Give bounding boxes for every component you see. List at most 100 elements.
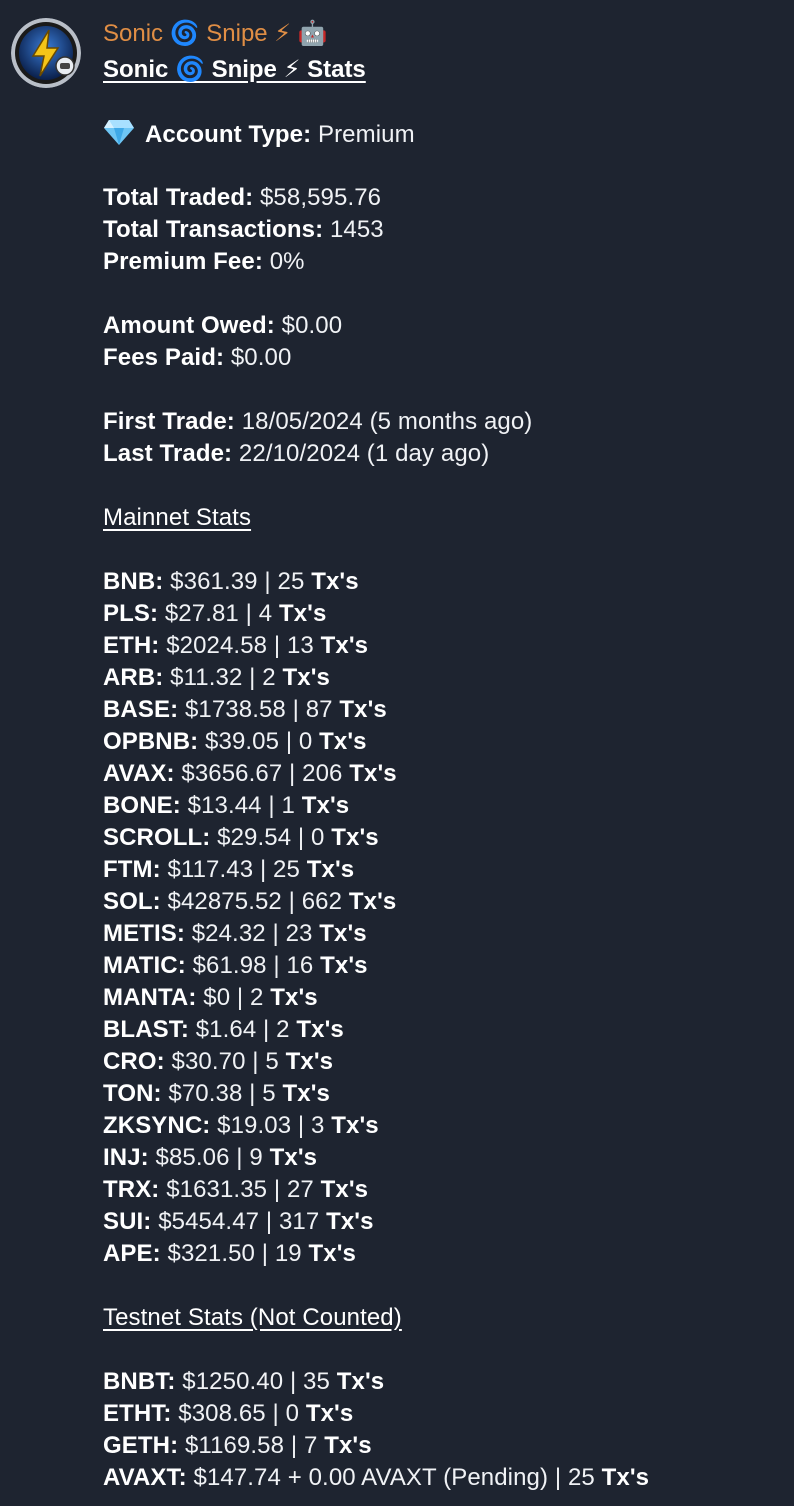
last-trade-line: Last Trade: 22/10/2024 (1 day ago) — [103, 438, 783, 470]
chain-stat-row: SOL: $42875.52 | 662 Tx's — [103, 886, 783, 918]
tx-label: Tx's — [320, 1176, 369, 1203]
chain-detail: $1169.58 | 7 — [184, 1432, 318, 1459]
tx-label: Tx's — [348, 888, 397, 915]
chain-stat-row: APE: $321.50 | 19 Tx's — [103, 1238, 783, 1270]
fees-paid-line: Fees Paid: $0.00 — [103, 342, 783, 374]
first-trade-value: 18/05/2024 (5 months ago) — [241, 408, 533, 435]
account-type-value: Premium — [317, 121, 415, 148]
chain-stat-row: BLAST: $1.64 | 2 Tx's — [103, 1014, 783, 1046]
chain-stat-row: SUI: $5454.47 | 317 Tx's — [103, 1206, 783, 1238]
chain-stat-row: SCROLL: $29.54 | 0 Tx's — [103, 822, 783, 854]
bot-avatar[interactable] — [11, 18, 81, 88]
chain-detail: $1.64 | 2 — [195, 1016, 290, 1043]
chain-detail: $5454.47 | 317 — [158, 1208, 320, 1235]
amount-owed-label: Amount Owed: — [103, 312, 275, 339]
chain-stat-row: METIS: $24.32 | 23 Tx's — [103, 918, 783, 950]
chain-stat-row: ETH: $2024.58 | 13 Tx's — [103, 630, 783, 662]
mainnet-stats-header: Mainnet Stats — [103, 504, 252, 531]
chain-stat-row: CRO: $30.70 | 5 Tx's — [103, 1046, 783, 1078]
chain-name: SCROLL: — [103, 824, 211, 851]
total-transactions-line: Total Transactions: 1453 — [103, 214, 783, 246]
total-transactions-value: 1453 — [329, 216, 384, 243]
chain-name: ZKSYNC: — [103, 1112, 211, 1139]
chain-detail: $27.81 | 4 — [164, 600, 273, 627]
premium-fee-label: Premium Fee: — [103, 248, 263, 275]
chain-name: INJ: — [103, 1144, 149, 1171]
amount-owed-line: Amount Owed: $0.00 — [103, 310, 783, 342]
account-type-line: Account Type: Premium — [103, 118, 783, 150]
chain-name: ETH: — [103, 632, 160, 659]
chain-detail: $29.54 | 0 — [217, 824, 325, 851]
tx-label: Tx's — [601, 1464, 650, 1491]
chain-name: METIS: — [103, 920, 185, 947]
chain-detail: $361.39 | 25 — [170, 568, 305, 595]
chain-stat-row: TON: $70.38 | 5 Tx's — [103, 1078, 783, 1110]
chain-stat-row: OPBNB: $39.05 | 0 Tx's — [103, 726, 783, 758]
sender-name[interactable]: Sonic 🌀 Snipe ⚡ 🤖 — [103, 18, 328, 50]
chain-stat-row: FTM: $117.43 | 25 Tx's — [103, 854, 783, 886]
amount-owed-value: $0.00 — [281, 312, 343, 339]
chain-detail: $70.38 | 5 — [168, 1080, 276, 1107]
chain-detail: $308.65 | 0 — [178, 1400, 300, 1427]
chain-name: BNBT: — [103, 1368, 176, 1395]
chain-name: AVAX: — [103, 760, 175, 787]
lightning-bolt-icon — [11, 18, 81, 88]
tx-label: Tx's — [324, 1432, 372, 1459]
chain-detail: $85.06 | 9 — [155, 1144, 263, 1171]
chain-name: ETHT: — [103, 1400, 172, 1427]
chain-detail: $24.32 | 23 — [191, 920, 313, 947]
chain-detail: $1250.40 | 35 — [182, 1368, 330, 1395]
chain-stat-row: BNB: $361.39 | 25 Tx's — [103, 566, 783, 598]
chain-stat-row: BNBT: $1250.40 | 35 Tx's — [103, 1366, 783, 1398]
chain-name: SUI: — [103, 1208, 152, 1235]
chain-name: BASE: — [103, 696, 179, 723]
chain-name: GETH: — [103, 1432, 179, 1459]
tx-label: Tx's — [319, 728, 367, 755]
tx-label: Tx's — [311, 568, 359, 595]
total-traded-line: Total Traded: $58,595.76 — [103, 182, 783, 214]
tx-label: Tx's — [320, 952, 368, 979]
chain-stat-row: ZKSYNC: $19.03 | 3 Tx's — [103, 1110, 783, 1142]
chain-stat-row: AVAXT: $147.74 + 0.00 AVAXT (Pending) | … — [103, 1462, 783, 1494]
tx-label: Tx's — [269, 1144, 318, 1171]
account-type-label: Account Type: — [145, 121, 312, 148]
chain-name: APE: — [103, 1240, 161, 1267]
tx-label: Tx's — [336, 1368, 385, 1395]
chain-stat-row: INJ: $85.06 | 9 Tx's — [103, 1142, 783, 1174]
chain-name: SOL: — [103, 888, 161, 915]
tx-label: Tx's — [349, 760, 397, 787]
total-traded-label: Total Traded: — [103, 184, 254, 211]
premium-fee-value: 0% — [269, 248, 305, 275]
fees-paid-value: $0.00 — [230, 344, 292, 371]
first-trade-label: First Trade: — [103, 408, 235, 435]
chain-detail: $321.50 | 19 — [167, 1240, 302, 1267]
diamond-icon — [103, 118, 135, 155]
chain-detail: $0 | 2 — [203, 984, 264, 1011]
chain-detail: $61.98 | 16 — [192, 952, 314, 979]
chain-name: ARB: — [103, 664, 164, 691]
chain-detail: $42875.52 | 662 — [167, 888, 343, 915]
last-trade-label: Last Trade: — [103, 440, 233, 467]
chain-name: CRO: — [103, 1048, 165, 1075]
chain-detail: $1738.58 | 87 — [184, 696, 333, 723]
tx-label: Tx's — [326, 1208, 374, 1235]
tx-label: Tx's — [305, 1400, 354, 1427]
chain-name: FTM: — [103, 856, 161, 883]
tx-label: Tx's — [306, 856, 355, 883]
tx-label: Tx's — [278, 600, 327, 627]
chain-name: PLS: — [103, 600, 159, 627]
tx-label: Tx's — [308, 1240, 357, 1267]
chain-name: BNB: — [103, 568, 164, 595]
chain-stat-row: MATIC: $61.98 | 16 Tx's — [103, 950, 783, 982]
chain-name: MATIC: — [103, 952, 186, 979]
chain-stat-row: ETHT: $308.65 | 0 Tx's — [103, 1398, 783, 1430]
last-trade-value: 22/10/2024 (1 day ago) — [238, 440, 490, 467]
testnet-stats-header: Testnet Stats (Not Counted) — [103, 1304, 402, 1331]
tx-label: Tx's — [339, 696, 387, 723]
chain-detail: $13.44 | 1 — [187, 792, 295, 819]
chain-stat-row: TRX: $1631.35 | 27 Tx's — [103, 1174, 783, 1206]
first-trade-line: First Trade: 18/05/2024 (5 months ago) — [103, 406, 783, 438]
testnet-stats-list: BNBT: $1250.40 | 35 Tx's ETHT: $308.65 | … — [103, 1366, 783, 1494]
tx-label: Tx's — [319, 920, 367, 947]
chain-stat-row: BASE: $1738.58 | 87 Tx's — [103, 694, 783, 726]
